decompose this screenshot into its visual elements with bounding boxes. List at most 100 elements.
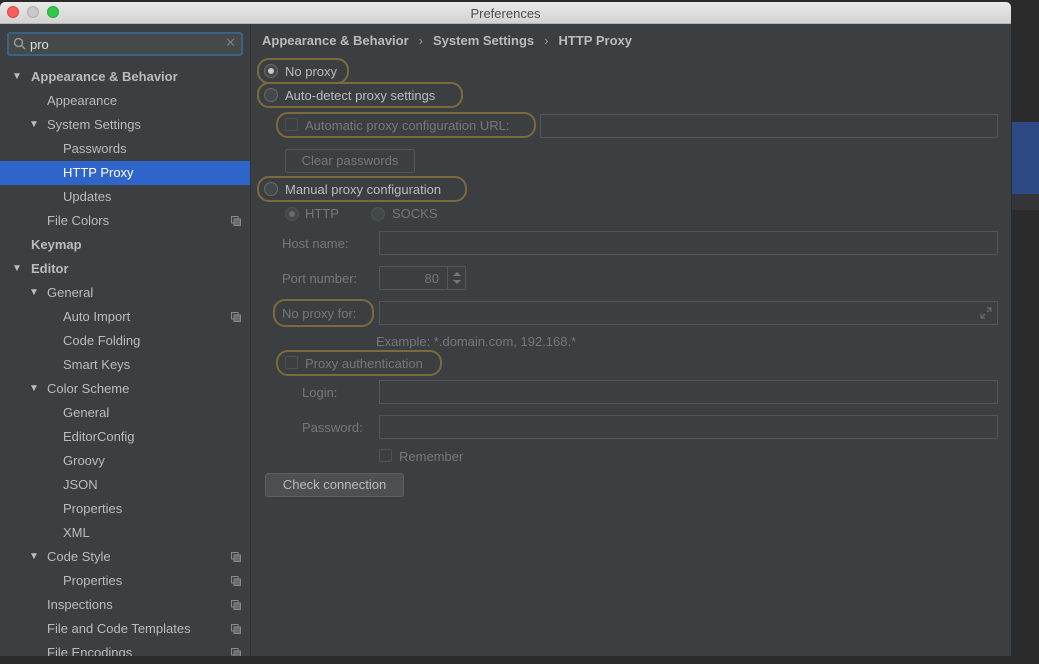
settings-tree: ▼ Appearance & Behavior Appearance ▼ System …	[0, 65, 250, 664]
breadcrumb-item[interactable]: Appearance & Behavior	[262, 33, 409, 48]
http-label: HTTP	[305, 206, 339, 221]
sidebar-item[interactable]: ▼ Editor	[0, 257, 250, 281]
http-proxy-panel: Appearance & Behavior › System Settings › HT…	[252, 24, 1011, 664]
sidebar-item-label: Updates	[63, 189, 112, 204]
copy-icon	[231, 576, 241, 586]
port-number-stepper[interactable]: 80	[379, 266, 466, 290]
auto-detect-radio[interactable]	[264, 88, 278, 102]
port-number-value: 80	[424, 271, 439, 286]
password-label: Password:	[302, 420, 363, 435]
search-input[interactable]: pro	[30, 37, 49, 52]
copy-icon	[231, 552, 241, 562]
password-input[interactable]	[379, 415, 998, 439]
sidebar-item[interactable]: File and Code Templates	[0, 617, 250, 641]
triangle-down-icon[interactable]: ▼	[29, 281, 39, 305]
sidebar-item[interactable]: Passwords	[0, 137, 250, 161]
triangle-down-icon[interactable]: ▼	[12, 257, 22, 281]
sidebar-item-label: General	[47, 285, 94, 300]
sidebar-item-label: File and Code Templates	[47, 621, 191, 636]
sidebar-item-label: XML	[63, 525, 90, 540]
remember-label: Remember	[399, 449, 464, 464]
sidebar-item[interactable]: ▼ Code Style	[0, 545, 250, 569]
manual-proxy-label: Manual proxy configuration	[285, 182, 442, 197]
sidebar-item-label: Code Style	[47, 549, 111, 564]
sidebar-item-label: Keymap	[31, 237, 82, 252]
sidebar-item[interactable]: Inspections	[0, 593, 250, 617]
socks-radio[interactable]	[371, 207, 385, 221]
sidebar-item-label: Appearance & Behavior	[31, 69, 178, 84]
sidebar-item[interactable]: File Colors	[0, 209, 250, 233]
sidebar-item[interactable]: Keymap	[0, 233, 250, 257]
host-name-label: Host name:	[282, 236, 349, 251]
sidebar-item[interactable]: ▼ General	[0, 281, 250, 305]
settings-sidebar: pro ✕ ▼ Appearance & Behavior Appearance ▼ S…	[0, 24, 251, 664]
sidebar-item[interactable]: EditorConfig	[0, 425, 250, 449]
login-input[interactable]	[379, 380, 998, 404]
clear-passwords-button[interactable]: Clear passwords	[285, 149, 415, 173]
copy-icon	[231, 216, 241, 226]
auto-config-url-checkbox[interactable]	[285, 118, 298, 131]
host-name-input[interactable]	[379, 231, 998, 255]
triangle-down-icon[interactable]: ▼	[29, 113, 39, 137]
window-title: Preferences	[470, 6, 541, 21]
breadcrumb-separator: ›	[418, 33, 424, 48]
sidebar-item-label: Properties	[63, 501, 123, 516]
sidebar-item[interactable]: Code Folding	[0, 329, 250, 353]
breadcrumb: Appearance & Behavior › System Settings › HT…	[262, 33, 632, 48]
port-spinner-icon[interactable]	[447, 267, 465, 289]
sidebar-item-label: Editor	[31, 261, 69, 276]
search-field[interactable]: pro ✕	[7, 32, 243, 56]
sidebar-item[interactable]: Appearance	[0, 89, 250, 113]
sidebar-item-label: Code Folding	[63, 333, 141, 348]
background-window-fragment	[1012, 122, 1039, 194]
sidebar-item-label: Groovy	[63, 453, 105, 468]
breadcrumb-item[interactable]: System Settings	[433, 33, 534, 48]
no-proxy-example: Example: *.domain.com, 192.168.*	[376, 334, 577, 349]
http-radio[interactable]	[285, 207, 299, 221]
no-proxy-for-input[interactable]	[379, 301, 998, 325]
sidebar-item[interactable]: HTTP Proxy	[0, 161, 250, 185]
sidebar-item[interactable]: ▼ Appearance & Behavior	[0, 65, 250, 89]
auto-config-url-input[interactable]	[540, 114, 998, 138]
sidebar-item-label: HTTP Proxy	[63, 165, 134, 180]
sidebar-item[interactable]: Smart Keys	[0, 353, 250, 377]
sidebar-item[interactable]: General	[0, 401, 250, 425]
expand-icon[interactable]	[979, 306, 993, 320]
sidebar-item[interactable]: Properties	[0, 497, 250, 521]
check-connection-button[interactable]: Check connection	[265, 473, 404, 497]
sidebar-item-label: Color Scheme	[47, 381, 130, 396]
sidebar-item[interactable]: Auto Import	[0, 305, 250, 329]
sidebar-item-label: Smart Keys	[63, 357, 131, 372]
sidebar-item[interactable]: Updates	[0, 185, 250, 209]
breadcrumb-item: HTTP Proxy	[558, 33, 632, 48]
triangle-down-icon[interactable]: ▼	[12, 65, 22, 89]
triangle-down-icon[interactable]: ▼	[29, 377, 39, 401]
sidebar-item-label: General	[63, 405, 110, 420]
copy-icon	[231, 312, 241, 322]
triangle-down-icon[interactable]: ▼	[29, 545, 39, 569]
sidebar-item[interactable]: Properties	[0, 569, 250, 593]
sidebar-item[interactable]: JSON	[0, 473, 250, 497]
remember-checkbox[interactable]	[379, 449, 392, 462]
preferences-window: Preferences pro ✕ ▼ Appearance & Behavior…	[0, 2, 1011, 664]
sidebar-item-label: EditorConfig	[63, 429, 135, 444]
window-bottom-edge	[0, 656, 1039, 664]
login-label: Login:	[302, 385, 338, 400]
title-bar: Preferences	[0, 2, 1011, 24]
auto-detect-label: Auto-detect proxy settings	[285, 88, 436, 103]
sidebar-item[interactable]: Groovy	[0, 449, 250, 473]
manual-proxy-radio[interactable]	[264, 182, 278, 196]
no-proxy-label: No proxy	[285, 64, 338, 79]
no-proxy-radio[interactable]	[264, 64, 278, 78]
copy-icon	[231, 624, 241, 634]
close-icon[interactable]: ✕	[225, 35, 236, 51]
proxy-auth-label: Proxy authentication	[305, 356, 423, 371]
no-proxy-for-label: No proxy for:	[282, 306, 357, 321]
sidebar-item[interactable]: ▼ Color Scheme	[0, 377, 250, 401]
proxy-auth-checkbox[interactable]	[285, 356, 298, 369]
search-icon	[13, 37, 26, 50]
sidebar-item-label: Appearance	[47, 93, 118, 108]
sidebar-item[interactable]: ▼ System Settings	[0, 113, 250, 137]
sidebar-item-label: Properties	[63, 573, 123, 588]
sidebar-item[interactable]: XML	[0, 521, 250, 545]
